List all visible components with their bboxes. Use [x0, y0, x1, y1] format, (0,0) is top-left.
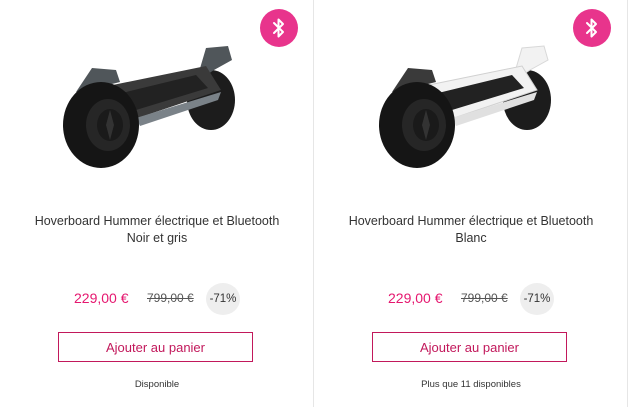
product-title-line1: Hoverboard Hummer électrique et Bluetoot…: [34, 214, 280, 228]
product-title-line2: Noir et gris: [126, 231, 188, 245]
bluetooth-icon: [273, 18, 284, 38]
discount-badge: -71%: [520, 283, 554, 315]
add-to-cart-button[interactable]: Ajouter au panier: [372, 332, 567, 362]
stock-status: Plus que 11 disponibles: [421, 379, 521, 390]
product-title[interactable]: Hoverboard Hummer électrique et Bluetoot…: [10, 213, 304, 247]
discount-badge: -71%: [206, 283, 240, 315]
bluetooth-badge: [260, 9, 298, 47]
stock-status: Disponible: [134, 379, 180, 390]
old-price: 799,00 €: [147, 291, 194, 305]
current-price: 229,00 €: [74, 290, 129, 306]
price-row: 229,00 € 799,00 € -71%: [0, 281, 314, 315]
product-grid: Hoverboard Hummer électrique et Bluetoot…: [0, 0, 636, 407]
product-image[interactable]: [56, 30, 246, 170]
current-price: 229,00 €: [388, 290, 443, 306]
bluetooth-icon: [586, 18, 597, 38]
price-row: 229,00 € 799,00 € -71%: [314, 281, 628, 315]
product-card: Hoverboard Hummer électrique et Bluetoot…: [0, 0, 314, 407]
product-title-line1: Hoverboard Hummer électrique et Bluetoot…: [348, 214, 594, 228]
product-image[interactable]: [372, 30, 562, 170]
product-card: Hoverboard Hummer électrique et Bluetoot…: [314, 0, 628, 407]
product-title-line2: Blanc: [455, 231, 487, 245]
add-to-cart-button[interactable]: Ajouter au panier: [58, 332, 253, 362]
bluetooth-badge: [573, 9, 611, 47]
old-price: 799,00 €: [461, 291, 508, 305]
product-title[interactable]: Hoverboard Hummer électrique et Bluetoot…: [324, 213, 618, 247]
